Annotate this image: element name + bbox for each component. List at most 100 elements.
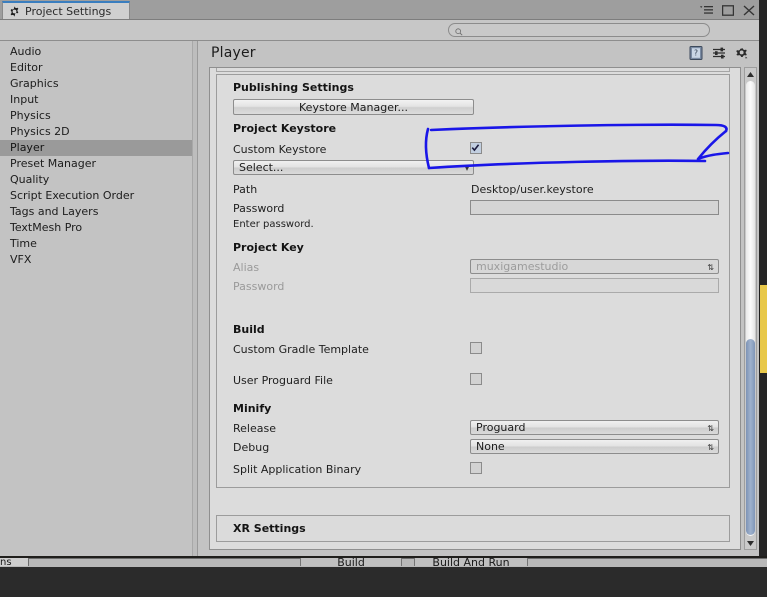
sidebar-scrollbar[interactable]	[192, 41, 197, 556]
window-menu-icon[interactable]	[700, 5, 713, 15]
sidebar-item-audio[interactable]: Audio	[0, 44, 197, 60]
sidebar-list: AudioEditorGraphicsInputPhysicsPhysics 2…	[0, 44, 197, 268]
sidebar-item-physics-2d[interactable]: Physics 2D	[0, 124, 197, 140]
scrollbar-thumb[interactable]	[746, 339, 755, 535]
password-hint: Enter password.	[217, 219, 729, 230]
path-label: Path	[233, 183, 257, 196]
minify-release-dropdown[interactable]: Proguard ⇅	[470, 420, 719, 435]
key-password-label: Password	[233, 280, 284, 293]
page-title: Player	[211, 45, 256, 61]
keystore-manager-row: Keystore Manager...	[217, 99, 729, 119]
keystore-select-dropdown[interactable]: Select... ▾	[233, 160, 474, 175]
scroll-up-icon[interactable]	[745, 68, 756, 80]
keystore-manager-button[interactable]: Keystore Manager...	[233, 99, 474, 115]
help-icon[interactable]: ?	[689, 46, 703, 60]
desktop-yellow-strip	[759, 285, 767, 373]
stepper-icon: ⇅	[707, 260, 714, 275]
publishing-settings-group: Publishing Settings Keystore Manager... …	[216, 74, 730, 488]
key-password-field[interactable]	[470, 278, 719, 293]
custom-keystore-row: Custom Keystore	[217, 141, 729, 160]
preset-icon[interactable]	[712, 46, 726, 60]
alias-value: muxigamestudio	[476, 260, 568, 273]
sidebar-item-quality[interactable]: Quality	[0, 172, 197, 188]
publishing-settings-title: Publishing Settings	[217, 81, 729, 94]
player-settings-panel: Player ? Publishing Settings Ke	[199, 41, 759, 556]
path-row: Path Desktop/user.keystore	[217, 181, 729, 200]
chevron-down-icon: ▾	[465, 161, 469, 176]
keystore-password-label: Password	[233, 202, 284, 215]
tab-label: Project Settings	[25, 5, 111, 18]
user-proguard-label: User Proguard File	[233, 374, 333, 387]
alias-dropdown[interactable]: muxigamestudio ⇅	[470, 259, 719, 274]
sidebar-item-vfx[interactable]: VFX	[0, 252, 197, 268]
user-proguard-row: User Proguard File	[217, 372, 729, 399]
sidebar-item-graphics[interactable]: Graphics	[0, 76, 197, 92]
sidebar-item-preset-manager[interactable]: Preset Manager	[0, 156, 197, 172]
sidebar-item-time[interactable]: Time	[0, 236, 197, 252]
user-proguard-checkbox[interactable]	[470, 373, 482, 385]
window-titlebar: Project Settings	[0, 0, 759, 20]
settings-sidebar: AudioEditorGraphicsInputPhysicsPhysics 2…	[0, 41, 198, 556]
search-icon	[455, 26, 463, 34]
custom-keystore-label: Custom Keystore	[233, 143, 326, 156]
minify-release-label: Release	[233, 422, 276, 435]
xr-settings-title: XR Settings	[217, 522, 306, 535]
window-controls	[700, 1, 755, 19]
keystore-select-row: Select... ▾	[217, 160, 729, 181]
sidebar-item-textmesh-pro[interactable]: TextMesh Pro	[0, 220, 197, 236]
split-binary-checkbox[interactable]	[470, 462, 482, 474]
minify-debug-dropdown[interactable]: None ⇅	[470, 439, 719, 454]
xr-settings-group[interactable]: XR Settings	[216, 515, 730, 542]
alias-label: Alias	[233, 261, 259, 274]
build-title: Build	[217, 323, 729, 336]
minify-debug-value: None	[476, 440, 505, 453]
project-key-title: Project Key	[217, 241, 729, 254]
inspector-scrollbar[interactable]	[744, 67, 757, 550]
minify-title: Minify	[217, 402, 729, 415]
svg-text:?: ?	[694, 48, 698, 57]
path-value: Desktop/user.keystore	[471, 183, 594, 196]
panel-icon-group: ?	[689, 46, 749, 60]
gear-icon	[9, 6, 20, 17]
tab-project-settings[interactable]: Project Settings	[2, 1, 130, 19]
stepper-icon: ⇅	[707, 440, 714, 455]
stepper-icon: ⇅	[707, 421, 714, 436]
sidebar-item-script-execution-order[interactable]: Script Execution Order	[0, 188, 197, 204]
settings-gear-icon[interactable]	[735, 46, 749, 60]
keystore-password-row: Password	[217, 200, 729, 219]
close-icon[interactable]	[743, 5, 755, 16]
maximize-icon[interactable]	[722, 5, 734, 16]
search-input-field[interactable]	[466, 23, 690, 38]
inspector-scroll-area: Publishing Settings Keystore Manager... …	[209, 67, 741, 550]
custom-keystore-checkbox[interactable]	[470, 142, 482, 154]
build-and-run-button[interactable]: Build And Run	[414, 558, 528, 566]
project-keystore-title: Project Keystore	[217, 122, 729, 135]
minify-debug-row: Debug None ⇅	[217, 439, 729, 461]
scroll-down-icon[interactable]	[745, 537, 756, 549]
build-toolbar-left-label: ns	[0, 558, 29, 566]
split-binary-row: Split Application Binary	[217, 461, 729, 479]
build-toolbar-strip: ns Build Build And Run	[0, 556, 767, 566]
sidebar-item-tags-and-layers[interactable]: Tags and Layers	[0, 204, 197, 220]
project-settings-window: Project Settings	[0, 0, 759, 556]
build-button[interactable]: Build	[300, 558, 402, 566]
collapsed-section-sliver[interactable]	[216, 67, 730, 72]
sidebar-item-player[interactable]: Player	[0, 140, 197, 156]
keystore-password-field[interactable]	[470, 200, 719, 215]
keystore-select-value: Select...	[239, 161, 283, 174]
minify-debug-label: Debug	[233, 441, 269, 454]
sidebar-item-physics[interactable]: Physics	[0, 108, 197, 124]
sidebar-item-input[interactable]: Input	[0, 92, 197, 108]
minify-release-row: Release Proguard ⇅	[217, 420, 729, 439]
search-bar-row	[0, 20, 759, 41]
minify-release-value: Proguard	[476, 421, 525, 434]
custom-gradle-label: Custom Gradle Template	[233, 343, 369, 356]
search-input[interactable]	[448, 23, 710, 37]
unity-project-settings-window: ns Build Build And Run Project Settings	[0, 0, 767, 566]
alias-row: Alias muxigamestudio ⇅	[217, 259, 729, 278]
sidebar-item-editor[interactable]: Editor	[0, 60, 197, 76]
custom-gradle-checkbox[interactable]	[470, 342, 482, 354]
key-password-row: Password	[217, 278, 729, 297]
split-binary-label: Split Application Binary	[233, 463, 361, 476]
custom-gradle-row: Custom Gradle Template	[217, 341, 729, 372]
